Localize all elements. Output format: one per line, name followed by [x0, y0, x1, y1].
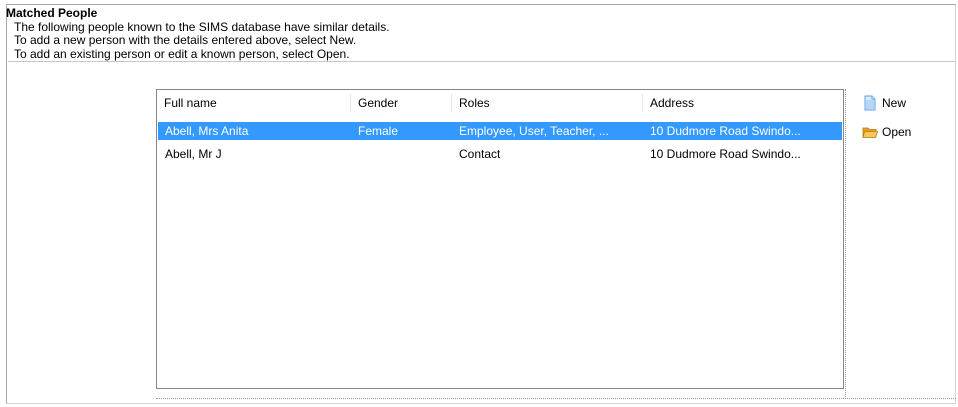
table-row[interactable]: Abell, Mr J Contact 10 Dudmore Road Swin…	[158, 145, 842, 163]
panel-separator	[845, 89, 846, 399]
column-header-gender[interactable]: Gender	[351, 90, 451, 116]
column-header-address[interactable]: Address	[643, 90, 843, 116]
description-line-1: The following people known to the SIMS d…	[14, 20, 390, 34]
new-button-label: New	[882, 96, 907, 110]
cell-gender	[351, 145, 452, 163]
cell-full-name: Abell, Mrs Anita	[165, 124, 249, 138]
new-document-icon	[862, 95, 878, 111]
section-title: Matched People	[6, 6, 98, 20]
cell-full-name: Abell, Mr J	[165, 147, 222, 161]
description-line-2: To add a new person with the details ent…	[14, 33, 357, 47]
cell-address: 10 Dudmore Road Swindo...	[650, 124, 801, 138]
grid-header: Full name Gender Roles Address	[157, 90, 843, 116]
cell-address: 10 Dudmore Road Swindo...	[650, 147, 801, 161]
open-folder-icon	[862, 124, 879, 140]
table-row[interactable]: Abell, Mrs Anita Female Employee, User, …	[158, 122, 842, 140]
matched-people-grid[interactable]: Full name Gender Roles Address Abell, Mr…	[156, 89, 844, 389]
column-header-roles[interactable]: Roles	[452, 90, 642, 116]
panel-bottom-border	[156, 398, 956, 399]
cell-roles: Employee, User, Teacher, ...	[459, 124, 609, 138]
cell-roles: Contact	[459, 147, 501, 161]
cell-gender: Female	[358, 124, 399, 138]
open-button-label: Open	[882, 125, 912, 139]
column-header-full-name[interactable]: Full name	[157, 90, 350, 116]
description-line-3: To add an existing person or edit a know…	[14, 47, 350, 61]
